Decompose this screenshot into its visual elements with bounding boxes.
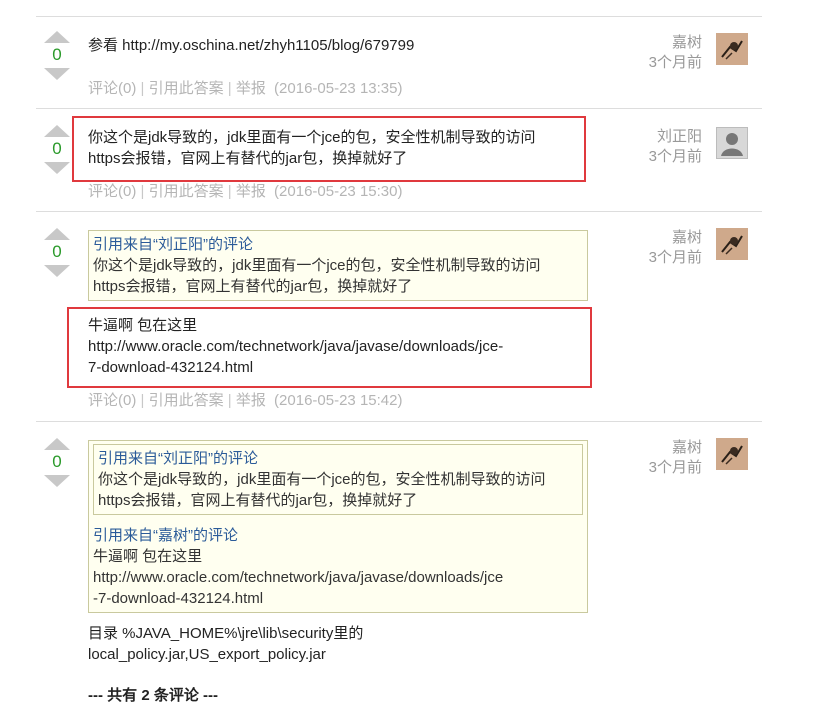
vote-widget: 0: [44, 125, 70, 174]
report-link[interactable]: 举报: [236, 80, 266, 97]
vote-widget: 0: [44, 438, 70, 487]
vote-count: 0: [52, 242, 62, 261]
answer-date: (2016-05-23 15:30): [274, 183, 403, 200]
quote-header-link[interactable]: 引用来自“刘正阳”的评论: [93, 234, 583, 255]
answer-text-line: local_policy.jar,US_export_policy.jar: [88, 646, 326, 663]
answer-content: 引用来自“刘正阳”的评论 你这个是jdk导致的，jdk里面有一个jce的包，安全…: [88, 440, 588, 706]
answer-link-line[interactable]: 7-download-432124.html: [88, 357, 588, 378]
nested-quoted-comment: 引用来自“刘正阳”的评论 你这个是jdk导致的，jdk里面有一个jce的包，安全…: [93, 444, 583, 515]
quote-header-link[interactable]: 引用来自“刘正阳”的评论: [98, 448, 578, 469]
upvote-arrow-icon[interactable]: [44, 31, 70, 43]
answer-text-line: https会报错，官网上有替代的jar包，换掉就好了: [88, 150, 408, 167]
answer-author: 刘正阳 3个月前: [608, 127, 748, 167]
answer-body: 牛逼啊 包在这里 http://www.oracle.com/technetwo…: [88, 315, 588, 378]
quote-text-line: https会报错，官网上有替代的jar包，换掉就好了: [98, 492, 418, 509]
vote-count: 0: [52, 452, 62, 471]
quote-answer-link[interactable]: 引用此答案: [149, 80, 224, 97]
avatar[interactable]: [716, 438, 748, 470]
avatar[interactable]: [716, 228, 748, 260]
answer-link-line[interactable]: http://www.oracle.com/technetwork/java/j…: [88, 336, 588, 357]
quote-text-line: 你这个是jdk导致的，jdk里面有一个jce的包，安全性机制导致的访问: [93, 257, 541, 274]
author-name[interactable]: 嘉树: [608, 228, 702, 248]
sketch-avatar-icon: [721, 235, 743, 255]
answer-content: 你这个是jdk导致的，jdk里面有一个jce的包，安全性机制导致的访问 http…: [88, 127, 588, 169]
comments-total: --- 共有 2 条评论 ---: [88, 687, 218, 704]
upvote-arrow-icon[interactable]: [44, 125, 70, 137]
answer-date: (2016-05-23 15:42): [274, 392, 403, 409]
answer-text-line: 牛逼啊 包在这里: [88, 317, 198, 334]
comment-link[interactable]: 评论(0): [88, 183, 136, 200]
sketch-avatar-icon: [721, 445, 743, 465]
comment-link[interactable]: 评论(0): [88, 392, 136, 409]
answer-author: 嘉树 3个月前: [608, 438, 748, 478]
quoted-comment: 引用来自“刘正阳”的评论 你这个是jdk导致的，jdk里面有一个jce的包，安全…: [88, 440, 588, 613]
quote-answer-link[interactable]: 引用此答案: [149, 183, 224, 200]
author-name[interactable]: 刘正阳: [608, 127, 702, 147]
quote-header-link[interactable]: 引用来自“嘉树”的评论: [93, 525, 583, 546]
avatar[interactable]: [716, 127, 748, 159]
answer-author: 嘉树 3个月前: [608, 228, 748, 268]
answer-meta: 评论(0) | 引用此答案 | 举报 (2016-05-23 15:42): [88, 392, 403, 409]
answer-item: 0 你这个是jdk导致的，jdk里面有一个jce的包，安全性机制导致的访问 ht…: [36, 108, 762, 212]
answer-author: 嘉树 3个月前: [608, 33, 748, 73]
vote-count: 0: [52, 139, 62, 158]
answer-meta: 评论(0) | 引用此答案 | 举报 (2016-05-23 13:35): [88, 80, 403, 97]
previous-answer-edge: [88, 0, 428, 2]
vote-widget: 0: [44, 228, 70, 277]
report-link[interactable]: 举报: [236, 183, 266, 200]
comment-link[interactable]: 评论(0): [88, 80, 136, 97]
vote-count: 0: [52, 45, 62, 64]
quote-answer-link[interactable]: 引用此答案: [149, 392, 224, 409]
answer-content: 引用来自“刘正阳”的评论 你这个是jdk导致的，jdk里面有一个jce的包，安全…: [88, 230, 588, 378]
downvote-arrow-icon[interactable]: [44, 265, 70, 277]
answer-item: 0 引用来自“刘正阳”的评论 你这个是jdk导致的，jdk里面有一个jce的包，…: [36, 211, 762, 422]
quote-text-line: 牛逼啊 包在这里: [93, 548, 203, 565]
quote-text-line: http://www.oracle.com/technetwork/java/j…: [93, 569, 504, 586]
answer-content: 参看 http://my.oschina.net/zhyh1105/blog/6…: [88, 35, 588, 56]
post-time: 3个月前: [648, 54, 702, 71]
quote-text-line: https会报错，官网上有替代的jar包，换掉就好了: [93, 278, 413, 295]
answer-meta: 评论(0) | 引用此答案 | 举报 (2016-05-23 15:30): [88, 183, 403, 200]
downvote-arrow-icon[interactable]: [44, 475, 70, 487]
vote-widget: 0: [44, 31, 70, 80]
post-time: 3个月前: [648, 459, 702, 476]
quote-text-line: 你这个是jdk导致的，jdk里面有一个jce的包，安全性机制导致的访问: [98, 471, 546, 488]
upvote-arrow-icon[interactable]: [44, 438, 70, 450]
downvote-arrow-icon[interactable]: [44, 68, 70, 80]
answer-item: 0 参看 http://my.oschina.net/zhyh1105/blog…: [36, 16, 762, 109]
quote-text-line: -7-download-432124.html: [93, 590, 264, 607]
answers-page: 0 参看 http://my.oschina.net/zhyh1105/blog…: [0, 0, 816, 725]
avatar[interactable]: [716, 33, 748, 65]
answer-text-line: 你这个是jdk导致的，jdk里面有一个jce的包，安全性机制导致的访问: [88, 129, 536, 146]
sketch-avatar-icon: [721, 40, 743, 60]
downvote-arrow-icon[interactable]: [44, 162, 70, 174]
answer-text-line: 目录 %JAVA_HOME%\jre\lib\security里的: [88, 625, 364, 642]
quoted-comment: 引用来自“刘正阳”的评论 你这个是jdk导致的，jdk里面有一个jce的包，安全…: [88, 230, 588, 301]
author-name[interactable]: 嘉树: [608, 438, 702, 458]
answer-date: (2016-05-23 13:35): [274, 80, 403, 97]
answer-item: 0 引用来自“刘正阳”的评论 你这个是jdk导致的，jdk里面有一个jce的包，…: [36, 421, 762, 725]
author-name[interactable]: 嘉树: [608, 33, 702, 53]
answer-body: 目录 %JAVA_HOME%\jre\lib\security里的 local_…: [88, 623, 588, 706]
default-user-icon: [721, 133, 743, 156]
answer-text: 参看 http://my.oschina.net/zhyh1105/blog/6…: [88, 37, 415, 54]
post-time: 3个月前: [648, 148, 702, 165]
upvote-arrow-icon[interactable]: [44, 228, 70, 240]
post-time: 3个月前: [648, 249, 702, 266]
report-link[interactable]: 举报: [236, 392, 266, 409]
